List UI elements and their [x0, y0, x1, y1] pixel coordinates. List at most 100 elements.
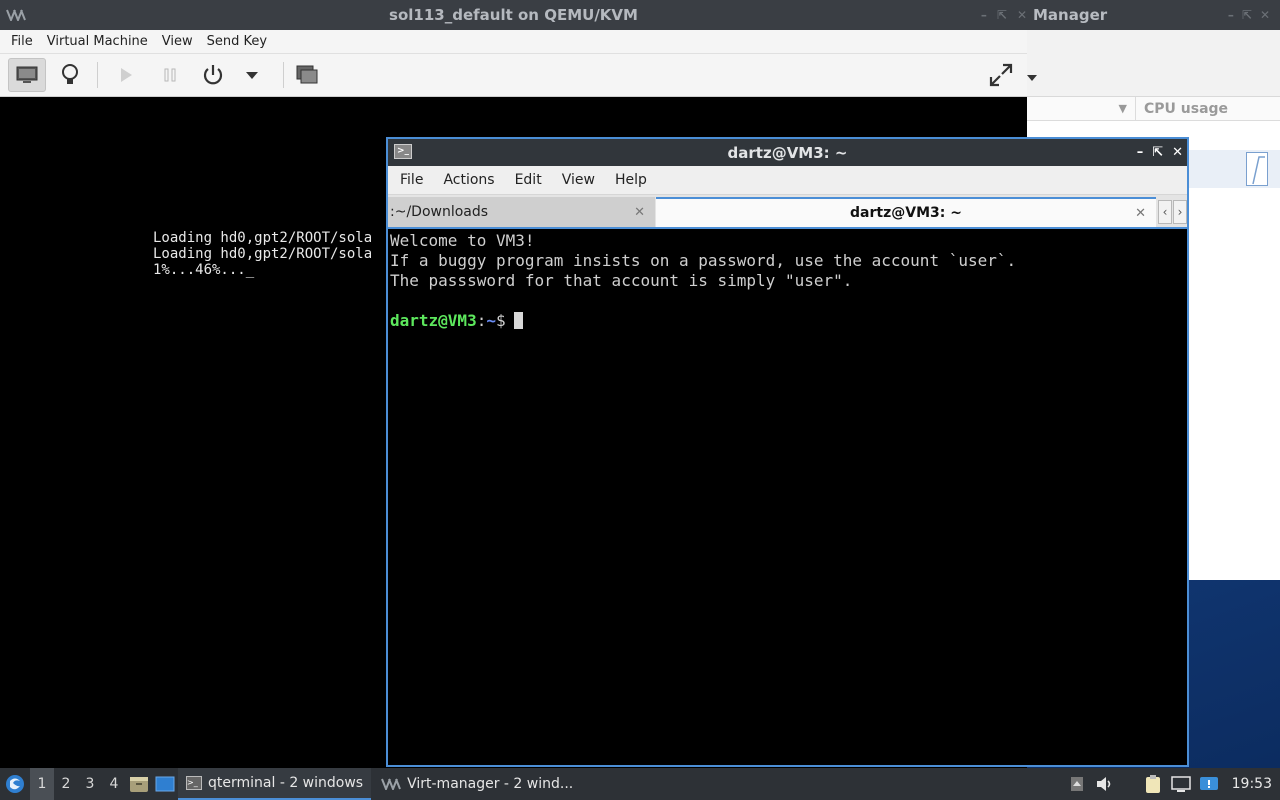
workspace-1[interactable]: 1	[30, 768, 54, 800]
chevron-down-icon[interactable]	[1027, 70, 1037, 81]
minimize-icon[interactable]: –	[1137, 145, 1144, 160]
boot-line: Loading hd0,gpt2/ROOT/sola	[153, 230, 373, 246]
virt-manager-icon	[381, 778, 402, 790]
clipboard-icon[interactable]	[1142, 773, 1164, 795]
fullscreen-icon	[989, 63, 1013, 87]
close-icon[interactable]: ✕	[1172, 145, 1183, 160]
cpu-usage-graph	[1246, 152, 1268, 186]
terminal-titlebar[interactable]: >_ dartz@VM3: ~ – ⇱ ✕	[388, 139, 1187, 166]
update-notifier-icon[interactable]	[1198, 773, 1220, 795]
boot-line: 1%...46%..._	[153, 262, 255, 278]
tab-home[interactable]: dartz@VM3: ~ ✕	[656, 197, 1156, 227]
terminal-icon: >_	[394, 144, 412, 159]
menu-view[interactable]: View	[155, 34, 200, 49]
menu-file[interactable]: File	[390, 172, 433, 188]
manager-title: Manager	[1033, 6, 1108, 24]
maximize-icon[interactable]: ⇱	[1152, 145, 1163, 160]
shutdown-button[interactable]	[194, 58, 232, 92]
shutdown-menu-button[interactable]	[233, 58, 271, 92]
snapshots-button[interactable]	[288, 58, 326, 92]
show-desktop-button[interactable]	[152, 768, 178, 800]
pause-button[interactable]	[151, 58, 189, 92]
system-tray: 19:53	[1066, 773, 1280, 795]
text-cursor	[513, 312, 523, 329]
fullscreen-button[interactable]	[982, 58, 1020, 92]
details-button[interactable]	[51, 58, 89, 92]
terminal-window-controls[interactable]: – ⇱ ✕	[1137, 139, 1183, 166]
viewer-window-controls[interactable]: – ⇱ ✕	[981, 0, 1027, 30]
terminal-menubar: File Actions Edit View Help	[388, 166, 1187, 195]
chevron-right-icon: ›	[1177, 205, 1183, 219]
tab-label: dartz@VM3: ~	[850, 205, 962, 221]
task-label: qterminal - 2 windows	[208, 775, 364, 791]
chevron-down-icon	[246, 72, 258, 79]
console-button[interactable]	[8, 58, 46, 92]
maximize-icon[interactable]: ⇱	[997, 8, 1007, 22]
toolbar-separator	[97, 62, 98, 88]
viewer-toolbar	[0, 54, 1027, 97]
virt-manager-icon	[6, 9, 26, 23]
tab-scroll-right-button[interactable]: ›	[1173, 200, 1187, 224]
toolbar-separator	[283, 62, 284, 88]
task-virt-manager[interactable]: Virt-manager - 2 wind...	[373, 768, 581, 800]
close-icon[interactable]: ✕	[1017, 8, 1027, 22]
task-qterminal[interactable]: >_ qterminal - 2 windows	[178, 768, 372, 800]
prompt-separator: :	[476, 311, 487, 330]
start-menu-button[interactable]	[0, 768, 30, 800]
tray-expand-icon[interactable]	[1066, 773, 1088, 795]
terminal-output[interactable]: Welcome to VM3! If a buggy program insist…	[390, 231, 1187, 765]
monitor-icon	[16, 66, 38, 83]
viewer-title: sol113_default on QEMU/KVM	[389, 6, 638, 24]
menu-help[interactable]: Help	[605, 172, 657, 188]
terminal-line: Welcome to VM3!	[390, 231, 535, 250]
chevron-down-icon[interactable]: ▼	[1026, 97, 1136, 120]
run-button[interactable]	[107, 58, 145, 92]
menu-file[interactable]: File	[4, 34, 40, 49]
prompt-path: ~	[486, 311, 496, 330]
menu-virtual-machine[interactable]: Virtual Machine	[40, 34, 155, 49]
minimize-icon[interactable]: –	[1228, 8, 1234, 22]
file-manager-icon	[130, 777, 148, 792]
close-icon[interactable]: ✕	[1135, 206, 1146, 221]
terminal-line: If a buggy program insists on a password…	[390, 251, 1017, 270]
close-icon[interactable]: ✕	[634, 205, 645, 220]
snapshots-icon	[296, 65, 318, 84]
file-manager-launcher[interactable]	[126, 768, 152, 800]
terminal-prompt: dartz@VM3:~$	[390, 311, 1187, 331]
tab-scroll-left-button[interactable]: ‹	[1158, 200, 1172, 224]
close-icon[interactable]: ✕	[1260, 8, 1270, 22]
maximize-icon[interactable]: ⇱	[1242, 8, 1252, 22]
viewer-menubar: File Virtual Machine View Send Key	[0, 30, 1027, 54]
viewer-titlebar[interactable]: sol113_default on QEMU/KVM – ⇱ ✕	[0, 0, 1027, 30]
qterminal-window: >_ dartz@VM3: ~ – ⇱ ✕ File Actions Edit …	[386, 137, 1189, 767]
prompt-char: $	[495, 311, 506, 330]
network-icon[interactable]	[1170, 773, 1192, 795]
terminal-icon: >_	[186, 776, 202, 790]
minimize-icon[interactable]: –	[981, 8, 987, 22]
cpu-usage-column[interactable]: CPU usage	[1136, 101, 1228, 117]
boot-output: Loading hd0,gpt2/ROOT/sola Loading hd0,gp…	[153, 230, 385, 278]
power-icon	[203, 65, 223, 85]
menu-send-key[interactable]: Send Key	[200, 34, 274, 49]
pause-icon	[164, 68, 176, 82]
terminal-line: The passsword for that account is simply…	[390, 271, 853, 290]
clock[interactable]: 19:53	[1226, 773, 1272, 795]
prompt-user: dartz@VM3	[390, 311, 477, 330]
tab-label: :~/Downloads	[390, 204, 489, 220]
chevron-left-icon: ‹	[1162, 205, 1168, 219]
manager-column-header: ▼ CPU usage	[1026, 97, 1280, 121]
menu-actions[interactable]: Actions	[433, 172, 504, 188]
manager-window-controls[interactable]: – ⇱ ✕	[1228, 8, 1280, 22]
workspace-2[interactable]: 2	[54, 768, 78, 800]
volume-icon[interactable]	[1094, 773, 1116, 795]
workspace-4[interactable]: 4	[102, 768, 126, 800]
menu-edit[interactable]: Edit	[505, 172, 552, 188]
workspace-3[interactable]: 3	[78, 768, 102, 800]
menu-view[interactable]: View	[552, 172, 605, 188]
lightbulb-icon	[62, 64, 78, 84]
desktop-icon	[155, 776, 175, 792]
tab-downloads[interactable]: :~/Downloads ✕	[388, 197, 655, 227]
terminal-title: dartz@VM3: ~	[727, 143, 848, 162]
manager-titlebar[interactable]: Manager – ⇱ ✕	[1026, 0, 1280, 30]
